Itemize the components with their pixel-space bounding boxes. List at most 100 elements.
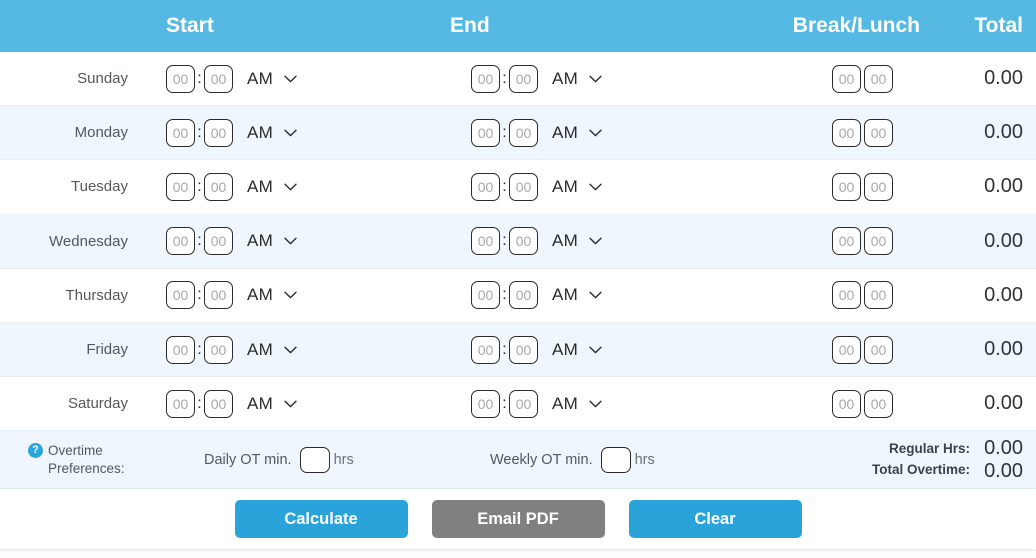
- end-ampm-select[interactable]: AM: [552, 231, 602, 251]
- start-minute-input[interactable]: [204, 281, 233, 310]
- end-minute-input[interactable]: [509, 227, 538, 256]
- chevron-down-icon: [589, 346, 602, 353]
- end-minute-input[interactable]: [509, 172, 538, 201]
- time-colon: :: [197, 394, 202, 412]
- regular-hrs-value: 0.00: [984, 436, 1023, 459]
- end-minute-input[interactable]: [509, 281, 538, 310]
- start-hour-input[interactable]: [166, 118, 195, 147]
- break-hour-input[interactable]: [832, 389, 861, 418]
- table-row: Monday: AM: AM 0.00: [0, 106, 1036, 161]
- end-minute-input[interactable]: [509, 335, 538, 364]
- end-hour-input[interactable]: [471, 281, 500, 310]
- end-time-group: : AM: [435, 389, 725, 418]
- start-ampm-select[interactable]: AM: [247, 69, 297, 89]
- start-ampm-select[interactable]: AM: [247, 394, 297, 414]
- calculate-button[interactable]: Calculate: [234, 500, 408, 539]
- chevron-down-icon: [589, 129, 602, 137]
- time-colon: :: [197, 340, 202, 358]
- end-ampm-select[interactable]: AM: [552, 177, 602, 197]
- chevron-down-icon: [284, 183, 297, 191]
- start-hour-input[interactable]: [166, 389, 195, 418]
- start-minute-input[interactable]: [204, 118, 233, 147]
- start-hour-input[interactable]: [166, 172, 195, 201]
- start-ampm-select[interactable]: AM: [247, 177, 297, 197]
- break-lunch-group: [725, 227, 920, 256]
- start-minute-input[interactable]: [204, 64, 233, 93]
- end-ampm-select[interactable]: AM: [552, 394, 602, 414]
- end-ampm-label: AM: [552, 231, 579, 251]
- break-minute-input[interactable]: [864, 64, 893, 93]
- end-ampm-label: AM: [552, 68, 579, 88]
- email-pdf-button[interactable]: Email PDF: [431, 500, 605, 539]
- weekly-ot-field: Weekly OT min. hrs: [435, 446, 725, 473]
- end-ampm-label: AM: [552, 285, 579, 305]
- start-ampm-select[interactable]: AM: [247, 340, 297, 360]
- end-minute-input[interactable]: [509, 389, 538, 418]
- end-hour-input[interactable]: [471, 389, 500, 418]
- chevron-down-icon: [284, 75, 297, 82]
- header-start: Start: [166, 14, 214, 37]
- time-colon: :: [197, 123, 202, 141]
- end-hour-input[interactable]: [471, 118, 500, 147]
- break-minute-input[interactable]: [864, 118, 893, 147]
- clear-button[interactable]: Clear: [628, 500, 802, 539]
- start-hour-input[interactable]: [166, 64, 195, 93]
- end-hour-input[interactable]: [471, 172, 500, 201]
- end-ampm-select[interactable]: AM: [552, 123, 602, 143]
- start-hour-input[interactable]: [166, 335, 195, 364]
- break-hour-input[interactable]: [832, 335, 861, 364]
- start-ampm-select[interactable]: AM: [247, 231, 297, 251]
- break-hour-input[interactable]: [832, 172, 861, 201]
- start-minute-input[interactable]: [204, 389, 233, 418]
- start-ampm-select[interactable]: AM: [247, 285, 297, 305]
- chevron-down-icon: [589, 400, 602, 408]
- break-minute-input[interactable]: [864, 172, 893, 201]
- break-hour-input[interactable]: [832, 281, 861, 310]
- start-ampm-select[interactable]: AM: [247, 123, 297, 143]
- start-hour-input[interactable]: [166, 281, 195, 310]
- break-minute-input[interactable]: [864, 281, 893, 310]
- end-ampm-select[interactable]: AM: [552, 285, 602, 305]
- overtime-summary: Regular Hrs: Total Overtime: 0.00 0.00: [725, 437, 1036, 483]
- break-lunch-group: [725, 118, 920, 147]
- day-label: Wednesday: [49, 232, 128, 250]
- end-time-group: : AM: [435, 64, 725, 93]
- start-time-group: : AM: [145, 227, 435, 256]
- weekly-ot-input[interactable]: [600, 446, 631, 473]
- end-hour-input[interactable]: [471, 227, 500, 256]
- start-time-group: : AM: [145, 172, 435, 201]
- break-hour-input[interactable]: [832, 118, 861, 147]
- question-mark-icon[interactable]: ?: [28, 442, 43, 458]
- time-colon: :: [502, 123, 507, 141]
- start-minute-input[interactable]: [204, 335, 233, 364]
- end-ampm-select[interactable]: AM: [552, 340, 602, 360]
- break-hour-input[interactable]: [832, 64, 861, 93]
- time-colon: :: [197, 232, 202, 250]
- end-ampm-label: AM: [552, 122, 579, 142]
- break-minute-input[interactable]: [864, 227, 893, 256]
- start-minute-input[interactable]: [204, 227, 233, 256]
- start-time-group: : AM: [145, 118, 435, 147]
- break-hour-input[interactable]: [832, 227, 861, 256]
- table-row: Saturday: AM: AM 0.00: [0, 377, 1036, 432]
- footer-actions: Calculate Email PDF Clear: [0, 489, 1036, 550]
- start-ampm-label: AM: [247, 393, 274, 413]
- start-hour-input[interactable]: [166, 227, 195, 256]
- header-end: End: [450, 14, 490, 37]
- weekly-ot-label: Weekly OT min.: [490, 451, 593, 468]
- table-row: Tuesday: AM: AM 0.00: [0, 160, 1036, 215]
- break-minute-input[interactable]: [864, 389, 893, 418]
- end-ampm-select[interactable]: AM: [552, 69, 602, 89]
- end-hour-input[interactable]: [471, 335, 500, 364]
- start-minute-input[interactable]: [204, 172, 233, 201]
- summary-labels: Regular Hrs: Total Overtime:: [872, 439, 970, 481]
- end-minute-input[interactable]: [509, 118, 538, 147]
- end-hour-input[interactable]: [471, 64, 500, 93]
- daily-ot-input[interactable]: [299, 446, 330, 473]
- start-ampm-label: AM: [247, 285, 274, 305]
- break-minute-input[interactable]: [864, 335, 893, 364]
- chevron-down-icon: [284, 291, 297, 299]
- end-minute-input[interactable]: [509, 64, 538, 93]
- end-time-group: : AM: [435, 172, 725, 201]
- row-total: 0.00: [984, 283, 1023, 306]
